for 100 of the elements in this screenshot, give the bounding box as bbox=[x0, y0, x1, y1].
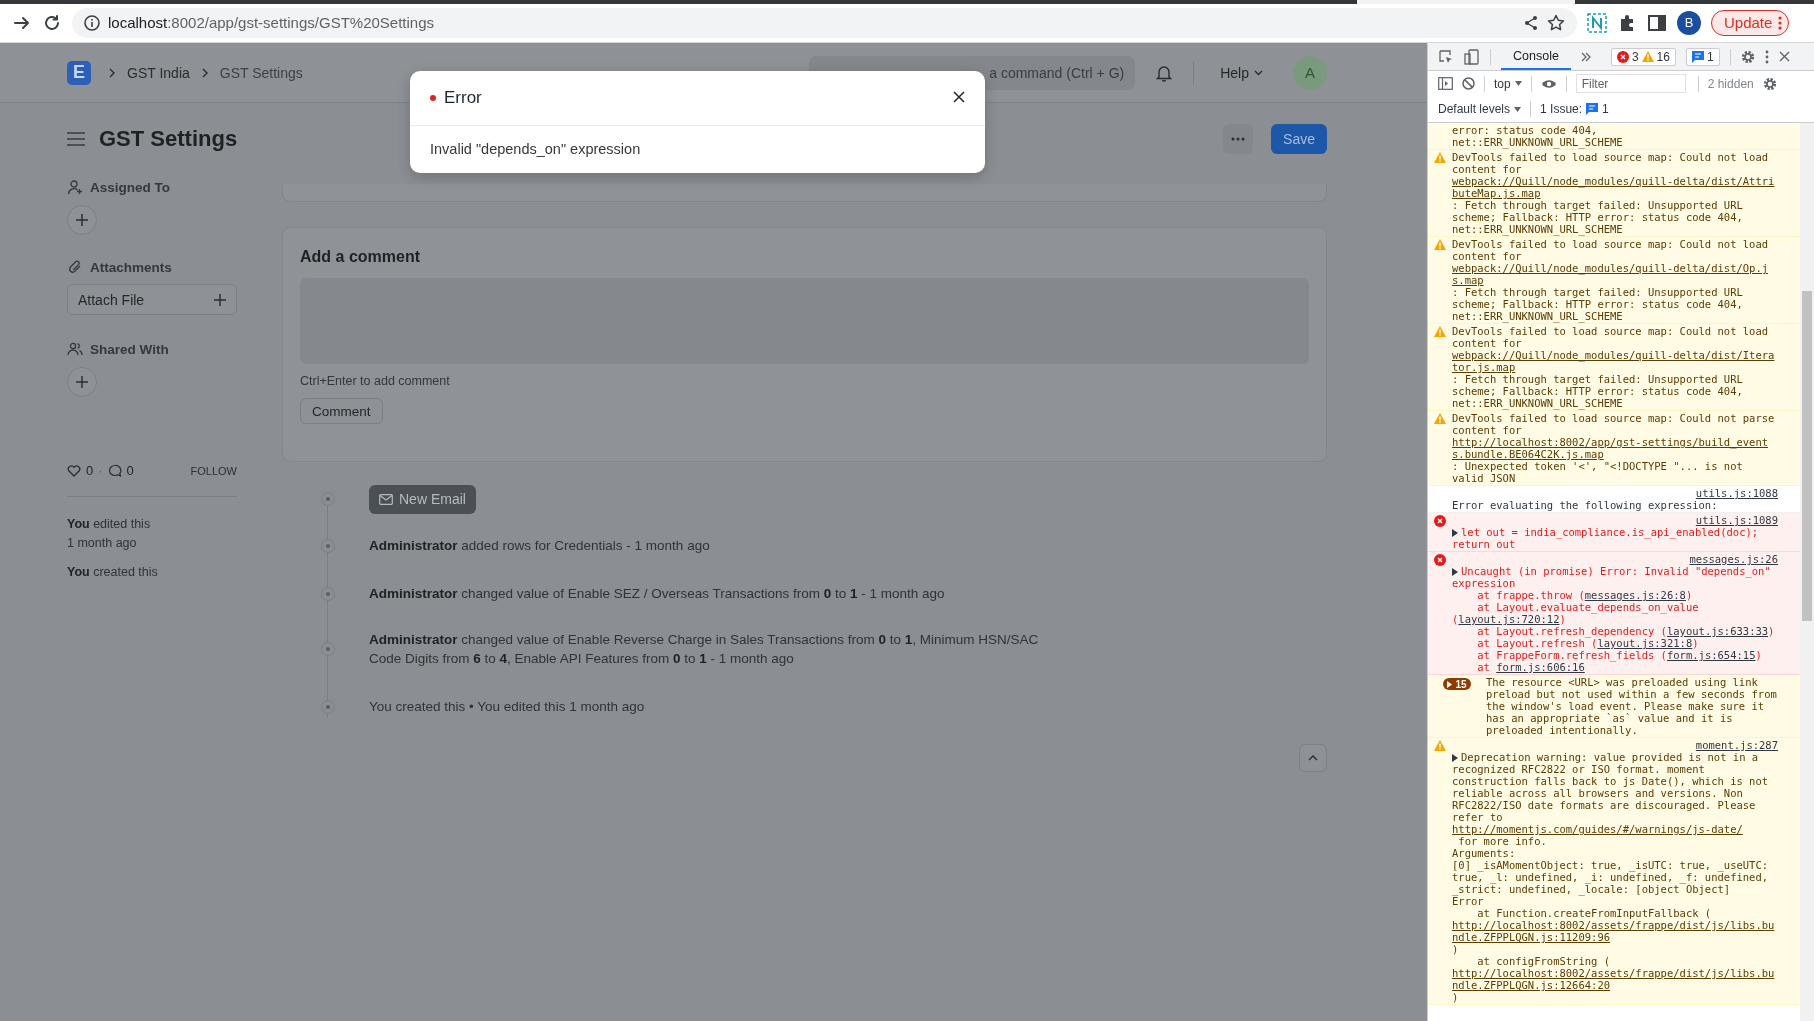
message-counter[interactable]: 1 bbox=[1685, 47, 1720, 66]
inspect-icon[interactable] bbox=[1438, 48, 1454, 65]
source-link[interactable]: utils.js:1089 bbox=[1695, 514, 1778, 526]
console-link[interactable]: webpack://Quill/node_modules/quill-delta/dist/AttributeMap.js.map bbox=[1452, 175, 1778, 199]
hidden-count: 2 hidden bbox=[1707, 76, 1754, 91]
expand-icon[interactable] bbox=[1452, 754, 1458, 762]
page-title: GST Settings bbox=[99, 126, 238, 152]
app-logo[interactable]: E bbox=[67, 60, 91, 85]
comment-count: 0 bbox=[126, 463, 134, 478]
source-link[interactable]: messages.js:26 bbox=[1689, 553, 1778, 565]
console-link[interactable]: webpack://Quill/node_modules/quill-delta/dist/Iterator.js.map bbox=[1452, 349, 1778, 373]
console-link[interactable]: http://momentjs.com/guides/#/warnings/js-date/ bbox=[1452, 823, 1778, 835]
clear-icon[interactable] bbox=[1462, 77, 1475, 90]
issue-counter[interactable]: 3 16 bbox=[1610, 47, 1676, 66]
console-link[interactable]: layout.js:720:12 bbox=[1458, 613, 1560, 625]
source-link[interactable]: utils.js:1088 bbox=[1695, 487, 1778, 499]
section-label: Assigned To bbox=[90, 179, 170, 195]
kebab-icon bbox=[1778, 14, 1783, 31]
activity-text: You edited this 1 month ago bbox=[67, 516, 152, 552]
filter-field[interactable]: Filter bbox=[1575, 74, 1686, 93]
settings-icon[interactable] bbox=[1762, 76, 1777, 91]
expand-icon[interactable] bbox=[1452, 568, 1458, 576]
timeline-entry: Administrator added rows for Credentials - 1 month ago bbox=[369, 537, 711, 555]
console-message: DevTools failed to load source map: Could not parse content for http://localhost:8002/app/gst-settings/build_events.bundle.BE064C2K.js.map : Unexpected token '<', "<!DOCTYPE "... is not valid JSON bbox=[1452, 412, 1778, 484]
address-field[interactable]: localhost:8002/app/gst-settings/GST%20Settings bbox=[72, 7, 1577, 38]
mail-icon bbox=[379, 493, 393, 505]
context-dropdown[interactable]: top bbox=[1494, 76, 1522, 91]
warning-icon bbox=[1434, 740, 1446, 751]
warning-icon bbox=[1641, 51, 1654, 62]
assign-button[interactable] bbox=[67, 205, 97, 235]
close-icon bbox=[953, 90, 965, 103]
console-message: error: status code 404, net::ERR_UNKNOWN_URL_SCHEME bbox=[1452, 124, 1624, 148]
comment-icon[interactable] bbox=[107, 463, 122, 478]
caret-icon bbox=[1514, 106, 1522, 112]
console-link[interactable]: http://localhost:8002/app/gst-settings/build_events.bundle.BE064C2K.js.map bbox=[1452, 436, 1778, 460]
console-message: DevTools failed to load source map: Could not load content for webpack://Quill/node_modules/quill-delta/dist/Op.js.map : Fetch through target failed: Unsupported URL scheme; Fallback: HTTP error: status code 404, net::ERR_UNKNOWN_URL_SCHEME bbox=[1452, 238, 1778, 322]
follow-link[interactable]: FOLLOW bbox=[190, 464, 237, 477]
console-link[interactable]: form.js:654:15 bbox=[1666, 649, 1756, 661]
profile-avatar[interactable]: B bbox=[1677, 10, 1701, 35]
source-link[interactable]: moment.js:287 bbox=[1695, 739, 1778, 751]
comment-button[interactable]: Comment bbox=[300, 398, 383, 424]
share-button[interactable] bbox=[67, 367, 97, 397]
extension-icon[interactable] bbox=[1587, 12, 1607, 33]
console-link[interactable]: layout.js:633:33 bbox=[1666, 625, 1769, 637]
bell-icon[interactable] bbox=[1155, 63, 1174, 82]
new-email-button[interactable]: New Email bbox=[369, 484, 476, 514]
caret-icon bbox=[1447, 680, 1453, 688]
chevron-icon bbox=[107, 66, 117, 79]
user-plus-icon bbox=[67, 179, 83, 195]
warning-icon bbox=[1434, 239, 1446, 250]
error-icon bbox=[1616, 50, 1629, 63]
update-button[interactable]: Update bbox=[1711, 9, 1790, 36]
console-link[interactable]: messages.js:26:8 bbox=[1584, 589, 1686, 601]
console-message: Deprecation warning: value provided is not in a recognized RFC2822 or ISO format. moment construction falls back to js Date(), which is not reliable across all browsers and versions. Non RFC2822/ISO date formats are discouraged. Please refer to http://momentjs.com/guides/#/warnings/js-date/ for more info. Arguments: [0] _isAMomentObject: true, _isUTC: true, _useUTC: true, _l: undefined, _i: undefined, _f: undefined, _strict: undefined, _locale: [object Object] Error at Function.createFromInputFallback ( http://localhost:8002/assets/frappe/dist/js/libs.bundle.ZFPPLQGN.js:11209:96 ) at configFromString ( http://localhost:8002/assets/frappe/dist/js/libs.bundle.ZFPPLQGN.js:12664:20 ) bbox=[1452, 751, 1778, 1003]
timeline-entry: You created this • You edited this 1 month ago bbox=[369, 698, 646, 716]
console-link[interactable]: form.js:606:16 bbox=[1496, 661, 1585, 673]
timeline-entry: Administrator changed value of Enable Reverse Charge in Sales Transactions from 0 to 1, Minimum HSN/SAC Code Digits from 6 to 4, Enable API Features from 0 to 1 - 1 month ago bbox=[369, 631, 1040, 668]
dots-icon bbox=[1231, 137, 1246, 141]
help-menu[interactable]: Help bbox=[1214, 63, 1269, 82]
save-button[interactable]: Save bbox=[1271, 124, 1327, 154]
message-icon bbox=[1691, 50, 1704, 63]
eye-icon[interactable] bbox=[1540, 78, 1557, 89]
menu-icon[interactable] bbox=[67, 132, 85, 146]
levels-dropdown[interactable]: Default levels bbox=[1438, 102, 1522, 116]
attach-file-button[interactable]: Attach File bbox=[67, 284, 237, 315]
separator-dot: · bbox=[98, 463, 103, 478]
star-icon[interactable] bbox=[1547, 13, 1565, 32]
timeline-entry: Administrator changed value of Enable SEZ / Overseas Transactions from 0 to 1 - 1 month ago bbox=[369, 585, 946, 603]
expand-icon[interactable] bbox=[1452, 529, 1458, 537]
dialog-title: Error bbox=[444, 88, 482, 108]
repeat-badge[interactable]: 15 bbox=[1443, 678, 1471, 690]
heart-icon[interactable] bbox=[67, 464, 81, 477]
error-icon bbox=[1434, 515, 1446, 527]
breadcrumb-link[interactable]: GST India bbox=[127, 64, 190, 81]
comment-heading: Add a comment bbox=[300, 248, 421, 266]
activity-text: You created this bbox=[67, 564, 159, 581]
console-link[interactable]: webpack://Quill/node_modules/quill-delta/dist/Op.js.map bbox=[1452, 262, 1778, 286]
console-link[interactable]: layout.js:321:8 bbox=[1597, 637, 1693, 649]
sidebar-toggle-icon[interactable] bbox=[1438, 77, 1453, 90]
device-icon[interactable] bbox=[1464, 48, 1480, 65]
comment-hint: Ctrl+Enter to add comment bbox=[300, 374, 451, 388]
like-count: 0 bbox=[86, 463, 94, 478]
issues-button[interactable]: 1 Issue: 1 bbox=[1540, 102, 1609, 116]
more-tabs-icon[interactable] bbox=[1580, 51, 1591, 62]
sidebar-icon[interactable] bbox=[1647, 12, 1667, 33]
paperclip-icon bbox=[67, 259, 83, 275]
close-icon[interactable] bbox=[1778, 51, 1790, 62]
console-message: The resource <URL> was preloaded using link preload but not used within a few seconds from the window's load event. Please make sure it has an appropriate `as` value and it is preloaded intentionally. bbox=[1486, 676, 1778, 736]
status-dot-icon bbox=[430, 95, 436, 101]
panel-tab[interactable]: Console bbox=[1501, 43, 1571, 70]
console-message: Error evaluating the following expression: bbox=[1452, 499, 1719, 511]
reload-icon[interactable] bbox=[42, 12, 62, 33]
console-link[interactable]: http://localhost:8002/assets/frappe/dist/js/libs.bundle.ZFPPLQGN.js:11209:96 bbox=[1452, 919, 1778, 943]
kebab-icon[interactable] bbox=[1764, 49, 1769, 64]
info-icon bbox=[84, 14, 100, 31]
console-link[interactable]: http://localhost:8002/assets/frappe/dist/js/libs.bundle.ZFPPLQGN.js:12664:20 bbox=[1452, 967, 1778, 991]
share-icon[interactable] bbox=[1523, 14, 1539, 31]
users-icon bbox=[67, 341, 83, 357]
settings-icon[interactable] bbox=[1740, 49, 1755, 64]
plus-icon bbox=[76, 214, 88, 226]
